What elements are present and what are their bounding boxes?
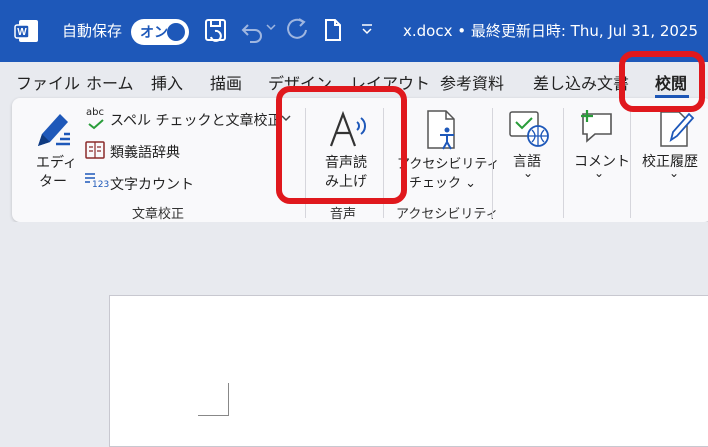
thesaurus-icon [85, 141, 105, 159]
group-separator [563, 108, 564, 218]
accessibility-label-1[interactable]: アクセシビリティ [397, 153, 500, 172]
page-margin-corner-mark [198, 383, 229, 416]
word-count-icon-text: 123 [92, 180, 110, 190]
language-dropdown-icon[interactable]: ⌄ [523, 166, 533, 180]
customize-toolbar-icon[interactable] [360, 24, 374, 36]
title-bar: W 自動保存 オン x.docx • 最終更新日時: Thu, Jul 31, … [0, 0, 708, 62]
editor-icon[interactable] [30, 108, 74, 152]
document-page[interactable] [109, 295, 708, 447]
group-separator [630, 108, 631, 218]
spelling-check-icon [88, 119, 104, 130]
track-changes-dropdown-icon[interactable]: ⌄ [669, 166, 679, 180]
comments-dropdown-icon[interactable]: ⌄ [594, 166, 604, 180]
spelling-icon-text: abc [86, 107, 104, 118]
new-comment-icon[interactable] [577, 108, 617, 144]
save-icon[interactable] [203, 16, 229, 44]
autosave-label: 自動保存 [62, 22, 123, 40]
tab-file[interactable]: ファイル [16, 70, 80, 94]
tab-draw[interactable]: 描画 [210, 70, 242, 94]
word-app-icon: W [14, 20, 38, 42]
tab-home[interactable]: ホーム [86, 70, 134, 94]
word-count-button[interactable]: 文字カウント [110, 174, 194, 194]
spelling-grammar-button[interactable]: スペル チェックと文章校正 [110, 110, 281, 130]
svg-text:W: W [17, 27, 27, 38]
autosave-toggle[interactable]: オン [131, 19, 189, 45]
highlight-review-tab [619, 51, 705, 112]
accessibility-label-2[interactable]: チェック ⌄ [409, 172, 476, 191]
undo-dropdown-icon[interactable] [266, 22, 276, 32]
group-separator [492, 108, 493, 218]
tab-references[interactable]: 参考資料 [440, 70, 504, 94]
language-icon[interactable] [508, 110, 550, 150]
editor-label-2[interactable]: ター [39, 171, 67, 191]
new-document-icon[interactable] [321, 16, 345, 44]
redo-icon[interactable] [284, 16, 310, 44]
undo-icon[interactable] [240, 16, 266, 44]
thesaurus-button[interactable]: 類義語辞典 [110, 142, 180, 162]
toggle-knob [167, 23, 185, 41]
group-label-proofing: 文章校正 [132, 207, 185, 222]
highlight-read-aloud [276, 86, 407, 204]
document-title[interactable]: x.docx • 最終更新日時: Thu, Jul 31, 2025 [403, 20, 698, 41]
tab-mailings[interactable]: 差し込み文書 [533, 70, 629, 94]
track-changes-icon[interactable] [657, 108, 697, 148]
group-label-accessibility: アクセシビリティ [396, 207, 499, 222]
autosave-toggle-label: オン [140, 25, 168, 41]
accessibility-check-icon[interactable] [422, 108, 462, 152]
tab-insert[interactable]: 挿入 [151, 70, 183, 94]
group-label-speech: 音声 [330, 207, 357, 222]
editor-label-1[interactable]: エディ [36, 152, 77, 172]
